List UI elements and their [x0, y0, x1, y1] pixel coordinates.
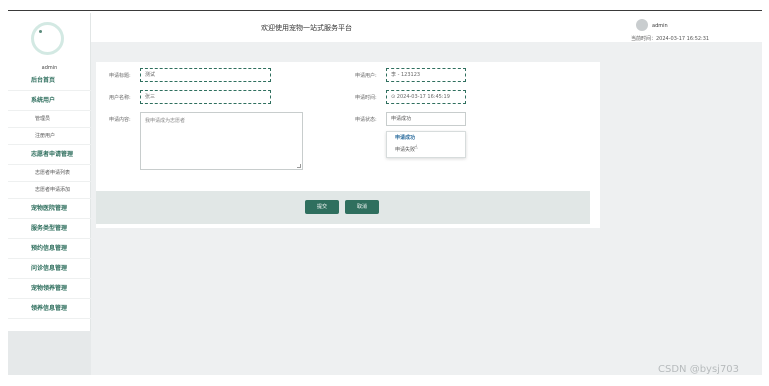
content-label: 申请内容: — [109, 117, 131, 123]
pointer-hand-icon: ☝ — [414, 144, 418, 151]
sidebar: admin 后台首页 系统用户 管理员 注册用户 志愿者申请管理 志愿者申请列表… — [8, 13, 91, 375]
sidebar-footer — [8, 331, 91, 375]
sidebar-item-service-types[interactable]: 服务类型管理 — [8, 219, 91, 239]
name-input[interactable]: 张三 — [140, 90, 271, 104]
window-top-border — [8, 10, 762, 11]
user-label: 申请用户: — [355, 73, 377, 79]
user-select[interactable]: 李 - 123123 — [386, 68, 466, 82]
header-avatar[interactable] — [636, 19, 648, 31]
button-bar — [96, 191, 590, 224]
current-time: 当前时间：2024-03-17 16:52:31 — [631, 36, 710, 42]
sidebar-item-appointments[interactable]: 预约信息管理 — [8, 239, 91, 259]
avatar-dot — [39, 30, 42, 33]
sidebar-item-volunteer-add[interactable]: 志愿者申请添加 — [8, 182, 91, 199]
page-title: 欢迎使用宠物一站式服务平台 — [261, 24, 352, 32]
sidebar-item-adoption-info[interactable]: 领养信息管理 — [8, 299, 91, 319]
status-select[interactable]: 申请成功 — [386, 112, 466, 126]
sidebar-item-home[interactable]: 后台首页 — [8, 71, 91, 91]
time-picker[interactable]: ⊙ 2024-03-17 16:45:19 — [386, 90, 466, 104]
status-option-success[interactable]: 申请成功 — [387, 132, 465, 144]
title-label: 申请标题: — [109, 73, 131, 79]
cancel-button[interactable]: 取消 — [345, 200, 379, 214]
sidebar-item-pet-hospital[interactable]: 宠物医院管理 — [8, 199, 91, 219]
content-textarea[interactable]: 我申请成为志愿者 — [140, 112, 303, 170]
resize-handle-icon[interactable] — [297, 164, 301, 168]
app-window: admin 后台首页 系统用户 管理员 注册用户 志愿者申请管理 志愿者申请列表… — [8, 13, 762, 375]
avatar[interactable] — [31, 22, 64, 55]
name-label: 用户名称: — [109, 95, 131, 101]
form-card: 申请标题: 测试 申请用户: 李 - 123123 用户名称: 张三 申请时间:… — [96, 62, 600, 228]
sidebar-item-volunteer-application[interactable]: 志愿者申请管理 — [8, 145, 91, 165]
title-input[interactable]: 测试 — [140, 68, 271, 82]
sidebar-item-registered-users[interactable]: 注册用户 — [8, 128, 91, 145]
save-button[interactable]: 提交 — [305, 200, 339, 214]
sidebar-item-volunteer-list[interactable]: 志愿者申请列表 — [8, 165, 91, 182]
sidebar-item-pet-adoption[interactable]: 宠物领养管理 — [8, 279, 91, 299]
sidebar-menu: 后台首页 系统用户 管理员 注册用户 志愿者申请管理 志愿者申请列表 志愿者申请… — [8, 71, 91, 319]
sidebar-item-system-users[interactable]: 系统用户 — [8, 91, 91, 111]
top-header: 欢迎使用宠物一站式服务平台 admin 当前时间：2024-03-17 16:5… — [91, 13, 762, 42]
status-label: 申请状态: — [355, 117, 377, 123]
sidebar-item-consultations[interactable]: 问诊信息管理 — [8, 259, 91, 279]
sidebar-item-admin[interactable]: 管理员 — [8, 111, 91, 128]
status-dropdown: 申请成功 申请失败 ☝ — [386, 131, 466, 158]
time-label: 申请时间: — [355, 95, 377, 101]
header-username[interactable]: admin — [652, 23, 668, 29]
status-option-failed[interactable]: 申请失败 — [387, 144, 465, 156]
watermark: CSDN @bysj703 — [658, 364, 740, 375]
content-text: 我申请成为志愿者 — [145, 118, 186, 124]
